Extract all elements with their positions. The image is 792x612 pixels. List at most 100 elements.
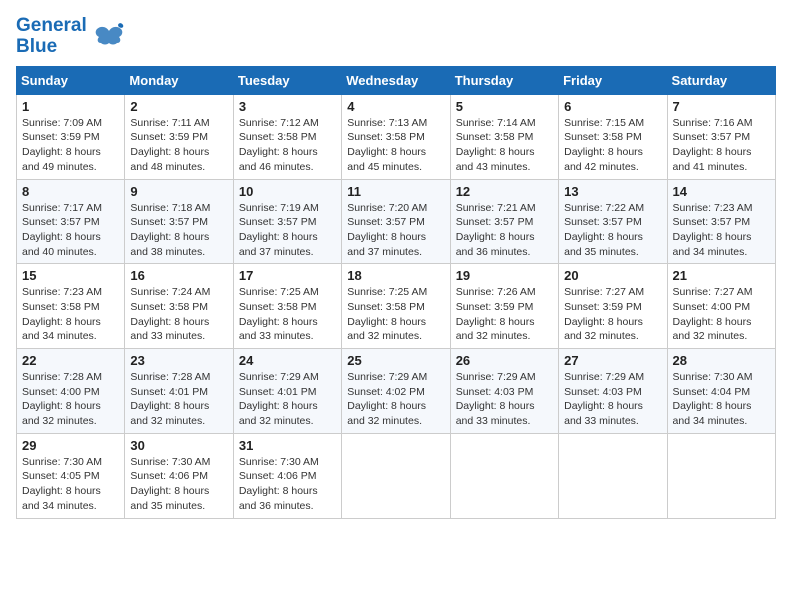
sunset-line: Sunset: 3:57 PM [130,215,227,230]
daylight-minutes: and 32 minutes. [673,329,770,344]
daylight-minutes: and 34 minutes. [22,329,119,344]
day-number: 26 [456,353,553,368]
sunrise-line: Sunrise: 7:17 AM [22,201,119,216]
sunrise-line: Sunrise: 7:30 AM [239,455,336,470]
daylight-label: Daylight: 8 hours [347,145,444,160]
day-detail: Sunrise: 7:28 AM Sunset: 4:01 PM Dayligh… [130,370,227,429]
day-number: 22 [22,353,119,368]
day-detail: Sunrise: 7:30 AM Sunset: 4:06 PM Dayligh… [130,455,227,514]
day-number: 31 [239,438,336,453]
daylight-label: Daylight: 8 hours [22,399,119,414]
day-number: 18 [347,268,444,283]
sunset-line: Sunset: 3:58 PM [130,300,227,315]
daylight-minutes: and 49 minutes. [22,160,119,175]
logo: General Blue [16,16,125,58]
sunset-line: Sunset: 4:01 PM [239,385,336,400]
logo-text: General [16,16,87,37]
sunrise-line: Sunrise: 7:25 AM [239,285,336,300]
day-detail: Sunrise: 7:19 AM Sunset: 3:57 PM Dayligh… [239,201,336,260]
day-number: 15 [22,268,119,283]
calendar-cell [667,433,775,518]
day-detail: Sunrise: 7:23 AM Sunset: 3:58 PM Dayligh… [22,285,119,344]
daylight-label: Daylight: 8 hours [456,145,553,160]
daylight-label: Daylight: 8 hours [130,315,227,330]
calendar-week-row: 29 Sunrise: 7:30 AM Sunset: 4:05 PM Dayl… [17,433,776,518]
day-detail: Sunrise: 7:25 AM Sunset: 3:58 PM Dayligh… [347,285,444,344]
sunrise-line: Sunrise: 7:21 AM [456,201,553,216]
daylight-minutes: and 40 minutes. [22,245,119,260]
daylight-label: Daylight: 8 hours [347,399,444,414]
sunrise-line: Sunrise: 7:09 AM [22,116,119,131]
sunset-line: Sunset: 3:59 PM [456,300,553,315]
day-number: 21 [673,268,770,283]
day-number: 8 [22,184,119,199]
daylight-label: Daylight: 8 hours [130,145,227,160]
sunset-line: Sunset: 3:59 PM [22,130,119,145]
calendar-cell [342,433,450,518]
sunrise-line: Sunrise: 7:14 AM [456,116,553,131]
calendar-cell: 6 Sunrise: 7:15 AM Sunset: 3:58 PM Dayli… [559,94,667,179]
day-number: 14 [673,184,770,199]
day-detail: Sunrise: 7:21 AM Sunset: 3:57 PM Dayligh… [456,201,553,260]
daylight-minutes: and 48 minutes. [130,160,227,175]
calendar-cell: 5 Sunrise: 7:14 AM Sunset: 3:58 PM Dayli… [450,94,558,179]
calendar-cell [450,433,558,518]
sunrise-line: Sunrise: 7:22 AM [564,201,661,216]
day-number: 12 [456,184,553,199]
sunset-line: Sunset: 4:02 PM [347,385,444,400]
day-detail: Sunrise: 7:30 AM Sunset: 4:05 PM Dayligh… [22,455,119,514]
daylight-label: Daylight: 8 hours [239,145,336,160]
sunrise-line: Sunrise: 7:13 AM [347,116,444,131]
sunrise-line: Sunrise: 7:28 AM [22,370,119,385]
sunrise-line: Sunrise: 7:29 AM [347,370,444,385]
day-of-week-header: Tuesday [233,66,341,94]
calendar-cell: 23 Sunrise: 7:28 AM Sunset: 4:01 PM Dayl… [125,349,233,434]
daylight-minutes: and 32 minutes. [564,329,661,344]
calendar-week-row: 8 Sunrise: 7:17 AM Sunset: 3:57 PM Dayli… [17,179,776,264]
daylight-label: Daylight: 8 hours [130,399,227,414]
daylight-minutes: and 34 minutes. [22,499,119,514]
daylight-minutes: and 42 minutes. [564,160,661,175]
daylight-minutes: and 35 minutes. [130,499,227,514]
day-detail: Sunrise: 7:16 AM Sunset: 3:57 PM Dayligh… [673,116,770,175]
day-number: 20 [564,268,661,283]
daylight-minutes: and 43 minutes. [456,160,553,175]
day-number: 6 [564,99,661,114]
sunset-line: Sunset: 3:58 PM [347,130,444,145]
day-number: 3 [239,99,336,114]
day-number: 2 [130,99,227,114]
calendar-cell: 11 Sunrise: 7:20 AM Sunset: 3:57 PM Dayl… [342,179,450,264]
daylight-minutes: and 33 minutes. [239,329,336,344]
sunrise-line: Sunrise: 7:30 AM [130,455,227,470]
day-number: 7 [673,99,770,114]
day-number: 1 [22,99,119,114]
daylight-label: Daylight: 8 hours [22,484,119,499]
sunrise-line: Sunrise: 7:23 AM [673,201,770,216]
daylight-minutes: and 34 minutes. [673,414,770,429]
calendar-cell: 18 Sunrise: 7:25 AM Sunset: 3:58 PM Dayl… [342,264,450,349]
daylight-label: Daylight: 8 hours [22,145,119,160]
calendar-cell: 29 Sunrise: 7:30 AM Sunset: 4:05 PM Dayl… [17,433,125,518]
day-detail: Sunrise: 7:30 AM Sunset: 4:04 PM Dayligh… [673,370,770,429]
day-number: 28 [673,353,770,368]
day-detail: Sunrise: 7:13 AM Sunset: 3:58 PM Dayligh… [347,116,444,175]
day-number: 30 [130,438,227,453]
calendar-cell: 12 Sunrise: 7:21 AM Sunset: 3:57 PM Dayl… [450,179,558,264]
daylight-minutes: and 32 minutes. [22,414,119,429]
daylight-label: Daylight: 8 hours [239,484,336,499]
calendar-cell: 26 Sunrise: 7:29 AM Sunset: 4:03 PM Dayl… [450,349,558,434]
calendar-cell: 25 Sunrise: 7:29 AM Sunset: 4:02 PM Dayl… [342,349,450,434]
day-detail: Sunrise: 7:24 AM Sunset: 3:58 PM Dayligh… [130,285,227,344]
sunset-line: Sunset: 3:57 PM [22,215,119,230]
sunset-line: Sunset: 4:03 PM [456,385,553,400]
daylight-label: Daylight: 8 hours [130,484,227,499]
sunset-line: Sunset: 3:58 PM [347,300,444,315]
calendar-cell: 2 Sunrise: 7:11 AM Sunset: 3:59 PM Dayli… [125,94,233,179]
day-of-week-header: Monday [125,66,233,94]
daylight-label: Daylight: 8 hours [673,230,770,245]
calendar-cell: 14 Sunrise: 7:23 AM Sunset: 3:57 PM Dayl… [667,179,775,264]
calendar-cell: 30 Sunrise: 7:30 AM Sunset: 4:06 PM Dayl… [125,433,233,518]
sunrise-line: Sunrise: 7:27 AM [564,285,661,300]
calendar-cell: 21 Sunrise: 7:27 AM Sunset: 4:00 PM Dayl… [667,264,775,349]
sunset-line: Sunset: 3:59 PM [130,130,227,145]
